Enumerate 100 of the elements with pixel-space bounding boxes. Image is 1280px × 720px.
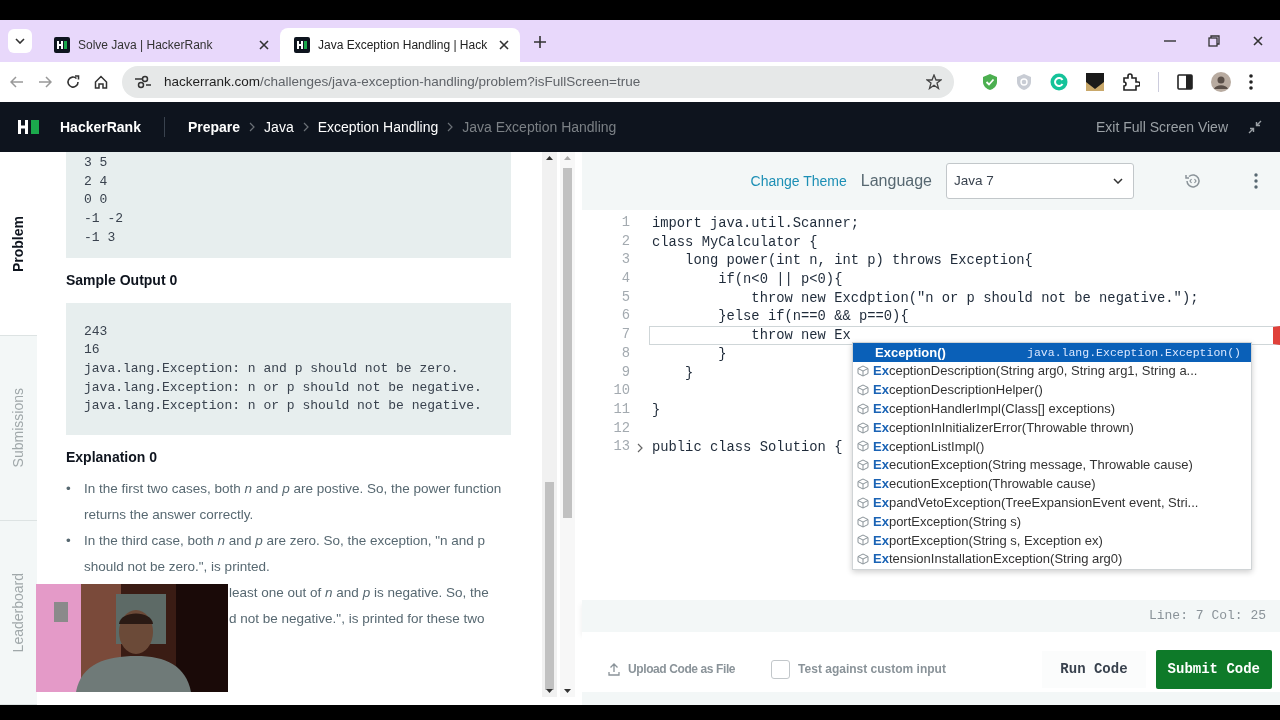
site-settings-icon[interactable]: [134, 75, 152, 89]
suggestion-item[interactable]: ExceptionDescriptionHelper(): [853, 380, 1251, 400]
code-line: if(n<0 || p<0){: [717, 271, 843, 289]
code-line: long power(int n, int p) throws Exception{: [684, 252, 1033, 270]
cube-icon: [857, 553, 869, 566]
breadcrumb-link[interactable]: Prepare: [187, 116, 241, 138]
forward-arrow-icon[interactable]: [38, 76, 52, 88]
fold-chevron-icon[interactable]: [636, 442, 643, 453]
cursor-position: Line: 7 Col: 25: [1148, 607, 1266, 626]
reload-icon[interactable]: [66, 75, 80, 89]
browser-tab[interactable]: Java Exception Handling | Hack: [280, 28, 520, 62]
line-number: 7: [620, 326, 630, 345]
address-bar[interactable]: hackerrank.com/challenges/java-exception-handling/problem?isFullScreen=true: [122, 66, 954, 98]
code-line: public class Solution {: [651, 439, 843, 457]
line-number: 4: [620, 270, 630, 289]
suggestion-item[interactable]: Exception() java.lang.Exception.Exception(): [853, 343, 1251, 362]
submit-code-button[interactable]: Submit Code: [1155, 649, 1272, 689]
section-heading: Sample Output 0: [66, 270, 179, 290]
cube-icon: [857, 515, 869, 528]
bullet-marker: •: [66, 480, 72, 499]
sample-output-block: 243 16 java.lang.Exception: n and p should not be zero. java.lang.Exception: n or p should not be negative. java.lang.Exception: n or p should not be negative.: [66, 302, 511, 436]
suggestion-item[interactable]: ExportException(String s, Exception ex): [853, 530, 1251, 550]
breadcrumb-chevron-icon: [447, 122, 454, 132]
close-icon[interactable]: [1252, 35, 1264, 47]
explanation-text: d not be negative.", is printed for these two: [229, 610, 486, 629]
explanation-text: In the first two cases, both n and p are postive. So, the power function returns the answer correctly.: [84, 480, 503, 525]
exit-fullscreen-link[interactable]: Exit Full Screen View: [1096, 116, 1228, 138]
suggestion-item[interactable]: ExceptionHandlerImpl(Class[] exceptions): [853, 399, 1251, 419]
suggestion-item[interactable]: ExceptionDescription(String arg0, String arg1, String a...: [853, 361, 1251, 381]
line-number: 3: [620, 251, 630, 270]
cube-icon: [857, 496, 869, 509]
cube-icon: [857, 440, 869, 453]
change-theme-link[interactable]: Change Theme: [750, 170, 847, 192]
breadcrumb-link[interactable]: Exception Handling: [317, 116, 439, 138]
line-number: 13: [612, 438, 630, 457]
suggestion-item[interactable]: ExceptionListImpl(): [853, 437, 1251, 456]
code-line: class MyCalculator {: [651, 233, 818, 251]
breadcrumb-link[interactable]: Java: [264, 116, 294, 138]
more-options-icon[interactable]: [1249, 74, 1253, 90]
chevron-down-icon: [15, 38, 25, 44]
line-number: 10: [612, 382, 630, 401]
language-select[interactable]: Java 7: [946, 163, 1134, 199]
cube-icon: [857, 534, 869, 547]
back-arrow-icon[interactable]: [10, 76, 24, 88]
suggestion-item[interactable]: ExportException(String s): [853, 512, 1251, 531]
puzzle-piece-icon[interactable]: [1122, 73, 1140, 91]
shield-check-icon[interactable]: [982, 73, 998, 91]
cube-icon: [857, 421, 869, 434]
line-number: 8: [620, 344, 630, 363]
line-number: 12: [612, 419, 630, 438]
suggestion-item[interactable]: ExecutionException(Throwable cause): [853, 474, 1251, 494]
code-line: }: [651, 401, 661, 419]
bullet-marker: •: [66, 532, 72, 551]
hackerrank-favicon-icon: [294, 37, 310, 53]
brand-name[interactable]: HackerRank: [60, 116, 141, 138]
sample-input-block: 3 5 2 4 0 0 -1 -2 -1 3: [66, 152, 511, 258]
line-number: 6: [620, 307, 630, 326]
cube-icon: [857, 459, 869, 472]
plus-icon[interactable]: [534, 35, 546, 48]
sidebar-icon[interactable]: [1177, 74, 1193, 90]
star-icon[interactable]: [926, 74, 942, 90]
close-icon[interactable]: [498, 39, 510, 51]
code-line: throw new Excdption("n or p should not be negative.");: [750, 289, 1199, 307]
suggestion-item[interactable]: ExecutionException(String message, Throwable cause): [853, 455, 1251, 475]
history-icon[interactable]: [1184, 172, 1202, 190]
hackerrank-logo-icon[interactable]: [18, 119, 40, 135]
code-line: import java.util.Scanner;: [651, 215, 859, 232]
cube-icon: [857, 402, 869, 415]
language-label: Language: [860, 171, 932, 191]
home-icon[interactable]: [94, 75, 108, 89]
avatar-icon[interactable]: [1211, 72, 1231, 92]
close-icon[interactable]: [258, 39, 270, 51]
restore-icon[interactable]: [1208, 35, 1220, 47]
line-number: 9: [620, 363, 630, 382]
run-code-button[interactable]: Run Code: [1042, 650, 1146, 688]
line-number: 1: [620, 214, 630, 232]
cube-icon: [857, 477, 869, 490]
explanation-text: least one out of n and p is negative. So, the: [229, 584, 490, 603]
code-line: throw new Ex: [750, 327, 851, 345]
checkbox[interactable]: [771, 659, 791, 679]
cube-icon: [857, 384, 869, 396]
exit-fullscreen-icon[interactable]: [1248, 120, 1262, 134]
suggestion-item[interactable]: ExtensionInstallationException(String arg0): [853, 549, 1251, 569]
suggestion-item[interactable]: ExpandVetoException(TreeExpansionEvent event, Stri...: [853, 493, 1251, 513]
upload-icon[interactable]: [608, 662, 620, 676]
line-number: 2: [620, 232, 630, 251]
explanation-text: In the third case, both n and p are zero. So, the exception, "n and p should not be zero.", is printed.: [84, 532, 487, 577]
breadcrumb-chevron-icon: [249, 122, 256, 132]
breadcrumb-chevron-icon: [302, 122, 309, 132]
square-extension-icon[interactable]: [1086, 73, 1104, 91]
suggestion-item[interactable]: ExceptionInInitializerError(Throwable thrown): [853, 418, 1251, 437]
caret-icon: [1113, 178, 1123, 184]
line-number: 5: [620, 288, 630, 307]
code-line: }: [717, 345, 727, 363]
code-line: }: [684, 364, 694, 382]
tab-list-button[interactable]: [8, 29, 32, 53]
side-tab[interactable]: Problem: [0, 152, 37, 337]
line-number: 11: [612, 400, 630, 419]
browser-tab[interactable]: Solve Java | HackerRank: [40, 28, 280, 62]
checkbox-label: Test against custom input: [798, 661, 946, 678]
